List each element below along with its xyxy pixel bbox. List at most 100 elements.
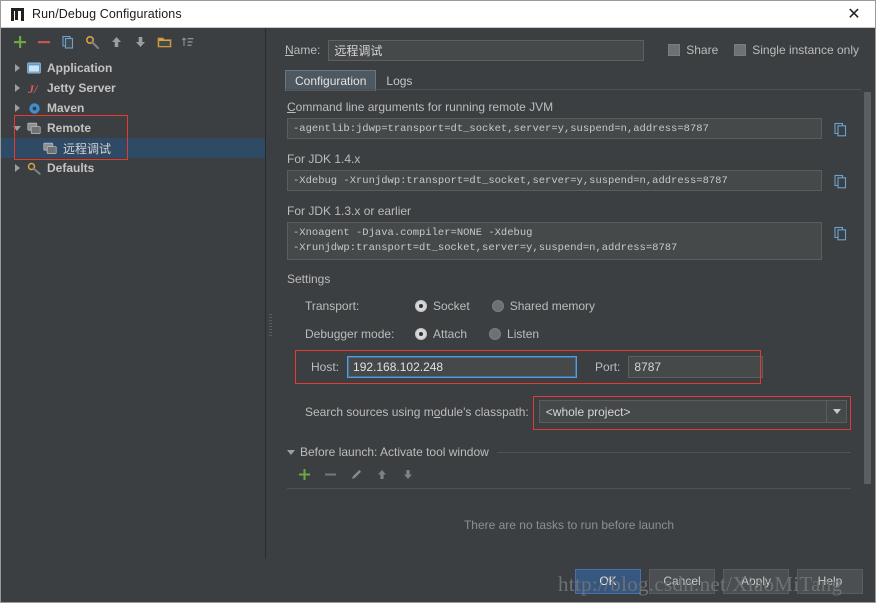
help-button[interactable]: Help bbox=[797, 568, 863, 594]
before-launch-title: Before launch: Activate tool window bbox=[300, 445, 489, 459]
debugger-mode-attach-radio[interactable]: Attach bbox=[415, 327, 467, 341]
settings-body: Transport: Socket Shared memory Debugger… bbox=[287, 294, 851, 561]
wrench-icon[interactable] bbox=[81, 31, 103, 53]
host-port-group: Host: Port: bbox=[295, 350, 851, 384]
jetty-icon: J/ bbox=[25, 82, 43, 95]
vertical-scrollbar[interactable] bbox=[863, 92, 872, 599]
before-launch-empty-text: There are no tasks to run before launch bbox=[463, 518, 675, 532]
svg-text:J/: J/ bbox=[27, 82, 39, 95]
debugger-mode-listen-radio[interactable]: Listen bbox=[489, 327, 539, 341]
configurations-tree[interactable]: Application J/ Jetty Server Maven Remote… bbox=[1, 55, 265, 602]
tree-item-remote-config[interactable]: 远程调试 bbox=[1, 138, 265, 158]
radio-dot bbox=[489, 328, 502, 340]
collapse-arrow-icon[interactable] bbox=[9, 125, 25, 131]
jdk13-row: -Xnoagent -Djava.compiler=NONE -Xdebug -… bbox=[287, 222, 851, 260]
folder-icon[interactable] bbox=[153, 31, 175, 53]
pane-splitter[interactable] bbox=[266, 28, 275, 602]
checkbox-box bbox=[734, 44, 747, 56]
radio-dot bbox=[415, 300, 427, 312]
expand-arrow-icon[interactable] bbox=[9, 64, 25, 72]
cmdline-label-text: ommand line arguments for running remote… bbox=[295, 100, 554, 114]
debugger-mode-listen-label: Listen bbox=[507, 327, 540, 341]
debugger-mode-attach-label: Attach bbox=[433, 327, 468, 341]
arrow-up-icon[interactable] bbox=[105, 31, 127, 53]
host-input[interactable] bbox=[347, 356, 578, 378]
defaults-icon bbox=[25, 162, 43, 175]
transport-shared-memory-radio[interactable]: Shared memory bbox=[491, 299, 596, 313]
cmdline-label: Command line arguments for running remot… bbox=[287, 100, 554, 114]
cmdline-value[interactable]: -agentlib:jdwp=transport=dt_socket,serve… bbox=[287, 118, 822, 139]
name-input[interactable] bbox=[328, 39, 645, 61]
close-icon[interactable]: ✕ bbox=[839, 2, 869, 26]
radio-dot bbox=[491, 300, 504, 312]
section-divider bbox=[496, 451, 851, 453]
sort-configurations-button[interactable] bbox=[177, 31, 199, 53]
dialog-body: Application J/ Jetty Server Maven Remote… bbox=[1, 28, 875, 602]
remote-icon bbox=[41, 142, 59, 155]
name-label: Name: bbox=[285, 43, 321, 57]
add-configuration-button[interactable] bbox=[9, 31, 31, 53]
pencil-icon[interactable] bbox=[345, 463, 367, 485]
classpath-dropdown[interactable]: <whole project> bbox=[538, 400, 847, 423]
tree-item-label: Jetty Server bbox=[47, 81, 116, 95]
configuration-form: Command line arguments for running remot… bbox=[275, 90, 875, 602]
share-checkbox[interactable]: Share bbox=[668, 43, 718, 57]
cancel-button[interactable]: Cancel bbox=[649, 568, 715, 594]
transport-shared-memory-label: Shared memory bbox=[509, 299, 596, 313]
settings-section-title: Settings bbox=[287, 272, 331, 286]
run-debug-configurations-dialog: Run/Debug Configurations ✕ Application J… bbox=[0, 0, 876, 603]
single-instance-checkbox[interactable]: Single instance only bbox=[734, 43, 859, 57]
name-options: Share Single instance only bbox=[668, 43, 863, 57]
splitter-grip[interactable] bbox=[269, 314, 272, 336]
copy-to-clipboard-icon[interactable] bbox=[829, 222, 851, 244]
tree-item-remote[interactable]: Remote bbox=[1, 118, 265, 138]
jdk13-label: For JDK 1.3.x or earlier bbox=[287, 204, 412, 218]
ok-button[interactable]: OK bbox=[575, 568, 641, 594]
tab-logs[interactable]: Logs bbox=[376, 70, 422, 91]
tree-toolbar bbox=[1, 28, 265, 55]
expand-arrow-icon[interactable] bbox=[9, 164, 25, 172]
move-task-up-button[interactable] bbox=[371, 463, 393, 485]
transport-socket-label: Socket bbox=[433, 299, 470, 313]
add-task-button[interactable] bbox=[293, 463, 315, 485]
application-icon bbox=[25, 62, 43, 75]
collapse-arrow-icon[interactable] bbox=[287, 449, 295, 455]
tree-item-jetty-server[interactable]: J/ Jetty Server bbox=[1, 78, 265, 98]
classpath-row: Search sources using module's classpath:… bbox=[305, 400, 847, 423]
host-label: Host: bbox=[311, 360, 340, 374]
chevron-down-icon[interactable] bbox=[826, 401, 846, 422]
before-launch-toolbar bbox=[287, 462, 851, 486]
tab-configuration[interactable]: Configuration bbox=[285, 70, 377, 91]
transport-row: Transport: Socket Shared memory bbox=[305, 294, 851, 318]
remove-configuration-button[interactable] bbox=[33, 31, 55, 53]
copy-to-clipboard-icon[interactable] bbox=[829, 170, 851, 192]
tree-item-label: Defaults bbox=[47, 161, 95, 175]
tree-item-application[interactable]: Application bbox=[1, 58, 265, 78]
before-launch-header: Before launch: Activate tool window bbox=[287, 445, 851, 459]
jdk14-value[interactable]: -Xdebug -Xrunjdwp:transport=dt_socket,se… bbox=[287, 170, 822, 191]
tree-item-maven[interactable]: Maven bbox=[1, 98, 265, 118]
arrow-down-icon[interactable] bbox=[129, 31, 151, 53]
maven-icon bbox=[25, 102, 43, 115]
transport-socket-radio[interactable]: Socket bbox=[415, 299, 470, 313]
tree-item-defaults[interactable]: Defaults bbox=[1, 158, 265, 178]
checkbox-box bbox=[668, 44, 681, 56]
expand-arrow-icon[interactable] bbox=[9, 104, 25, 112]
copy-configuration-button[interactable] bbox=[57, 31, 79, 53]
scrollbar-thumb[interactable] bbox=[864, 92, 871, 484]
configurations-pane: Application J/ Jetty Server Maven Remote… bbox=[1, 28, 266, 602]
debugger-mode-label: Debugger mode: bbox=[305, 327, 395, 341]
port-input[interactable] bbox=[628, 356, 764, 378]
port-label: Port: bbox=[595, 360, 621, 374]
expand-arrow-icon[interactable] bbox=[9, 84, 25, 92]
name-row: Name: Share Single instance only bbox=[275, 28, 875, 62]
jdk13-value[interactable]: -Xnoagent -Djava.compiler=NONE -Xdebug -… bbox=[287, 222, 822, 260]
copy-to-clipboard-icon[interactable] bbox=[829, 118, 851, 140]
debugger-mode-row: Debugger mode: Attach Listen bbox=[305, 322, 851, 346]
remote-icon bbox=[25, 122, 43, 135]
remove-task-button[interactable] bbox=[319, 463, 341, 485]
intellij-idea-icon bbox=[10, 7, 25, 22]
dialog-footer: OK Cancel Apply Help http://blog.csdn.ne… bbox=[1, 559, 875, 602]
move-task-down-button[interactable] bbox=[397, 463, 419, 485]
apply-button[interactable]: Apply bbox=[723, 568, 789, 594]
